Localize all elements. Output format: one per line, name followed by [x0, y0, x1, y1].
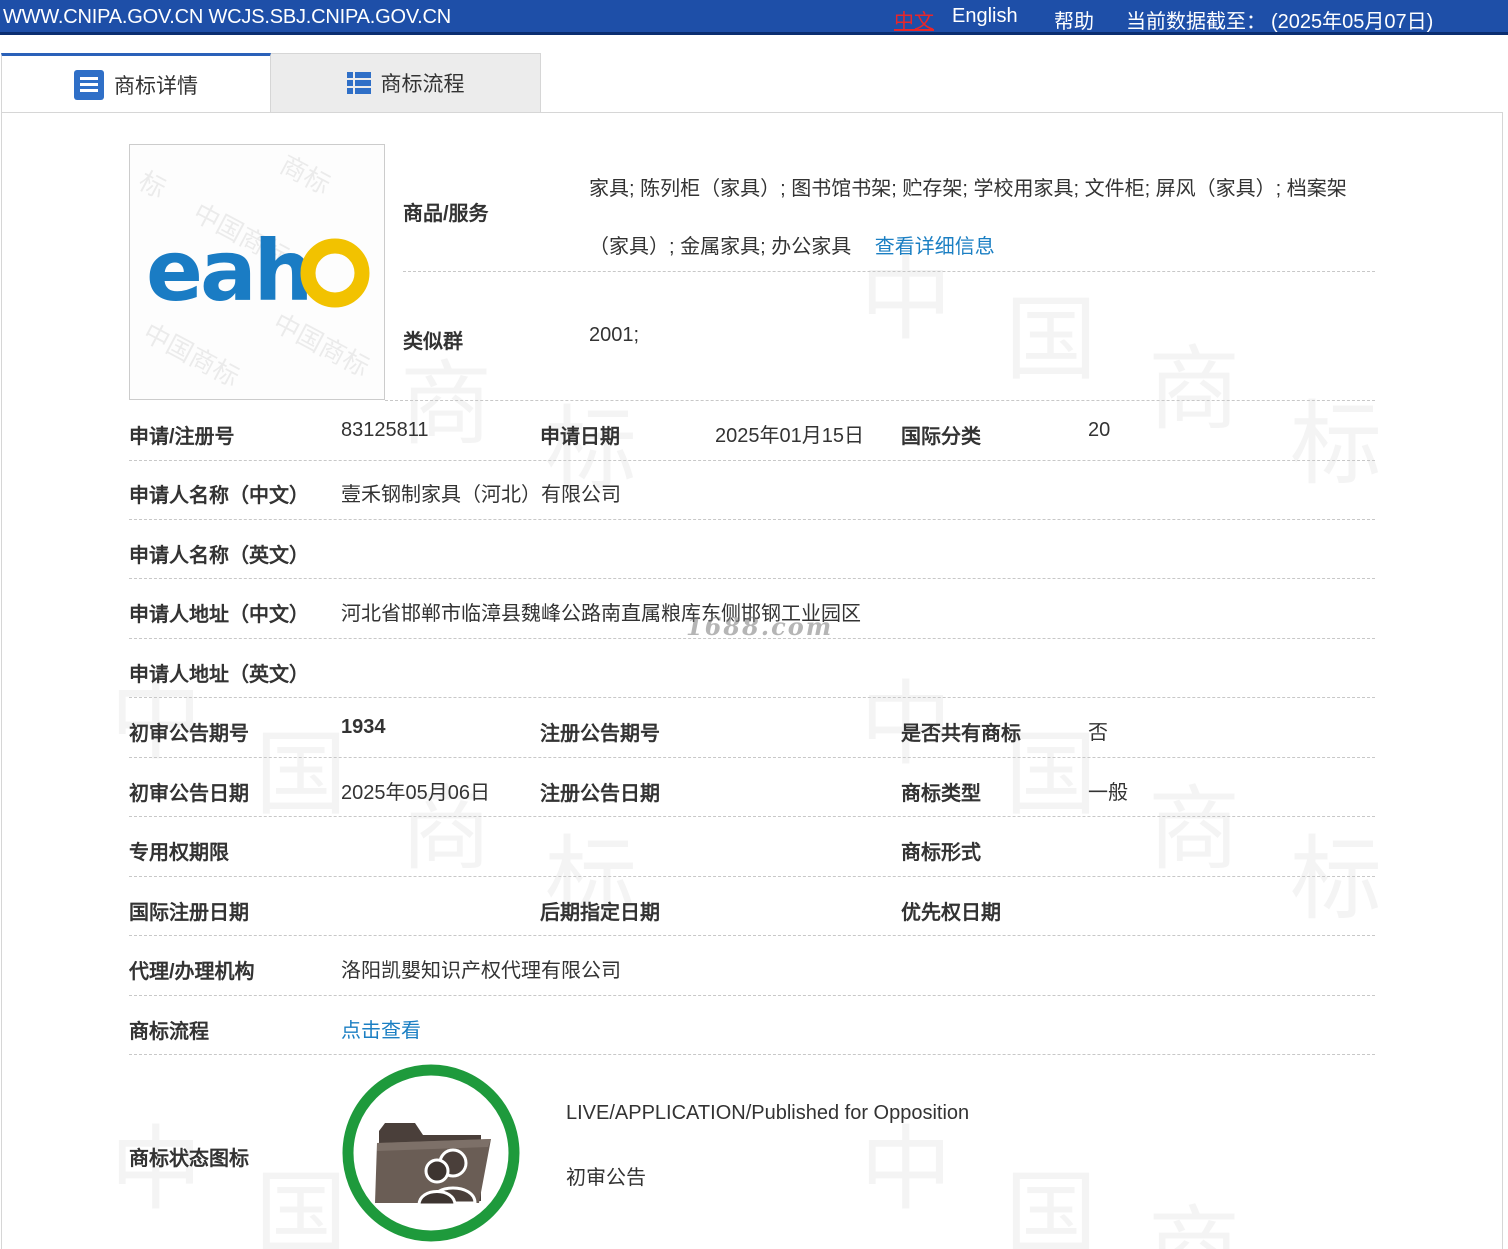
divider: [129, 876, 1375, 877]
prelim-date-label: 初审公告日期: [129, 783, 249, 805]
divider: [129, 638, 1375, 639]
divider: [129, 995, 1375, 996]
status-folder-icon: [342, 1064, 520, 1242]
watermark-glyph: 商: [1148, 315, 1240, 448]
intl-class-label: 国际分类: [901, 426, 981, 448]
mark-type-label: 商标类型: [901, 783, 981, 805]
goods-label: 商品/服务: [403, 203, 489, 225]
reg-issue-label: 注册公告期号: [540, 723, 660, 745]
watermark-glyph: 标: [1290, 370, 1382, 503]
mark-form-label: 商标形式: [901, 842, 981, 864]
shared-mark-label: 是否共有商标: [901, 723, 1021, 745]
tab-label: 商标流程: [380, 73, 465, 96]
divider: [129, 697, 1375, 698]
app-date-label: 申请日期: [540, 426, 620, 448]
shared-mark-value: 否: [1088, 722, 1108, 744]
later-designation-label: 后期指定日期: [540, 902, 660, 924]
address-en-label: 申请人地址（英文）: [129, 664, 309, 686]
reg-date-label: 注册公告日期: [540, 783, 660, 805]
similar-group-value: 2001;: [589, 324, 640, 346]
prelim-issue-value: 1934: [341, 716, 386, 738]
logo-text-eah: eah: [146, 222, 310, 320]
trademark-image[interactable]: 标 商标 中国商标 中国商标 中国商标 eah: [129, 144, 385, 400]
eaho-logo: eah: [146, 222, 370, 320]
reg-no-value: 83125811: [341, 419, 429, 441]
divider: [129, 1054, 1375, 1055]
divider: [129, 816, 1375, 817]
applicant-zh-label: 申请人名称（中文）: [129, 485, 309, 507]
tab-label: 商标详情: [114, 74, 198, 98]
watermark-glyph: 商: [400, 755, 492, 888]
mark-type-value: 一般: [1088, 782, 1128, 804]
watermark-glyph: 商: [1148, 755, 1240, 888]
exclusive-term-label: 专用权期限: [129, 842, 229, 864]
applicant-zh-value: 壹禾钢制家具（河北）有限公司: [341, 484, 621, 506]
watermark-glyph: 标: [1290, 805, 1382, 938]
help-link[interactable]: 帮助: [1054, 5, 1094, 34]
status-text-en: LIVE/APPLICATION/Published for Oppositio…: [566, 1102, 970, 1124]
goods-details-link[interactable]: 查看详细信息: [875, 236, 995, 258]
process-label: 商标流程: [129, 1021, 209, 1043]
priority-date-label: 优先权日期: [901, 902, 1001, 924]
reg-no-label: 申请/注册号: [129, 426, 235, 448]
agent-value: 洛阳凯嬰知识产权代理有限公司: [341, 960, 621, 982]
watermark-glyph: 国: [1005, 265, 1097, 398]
similar-group-label: 类似群: [403, 331, 463, 353]
watermark-glyph: 国: [255, 700, 347, 833]
divider: [129, 757, 1375, 758]
tab-mark-details[interactable]: 商标详情: [1, 53, 271, 113]
lang-zh-link[interactable]: 中文: [894, 5, 934, 34]
intl-class-value: 20: [1088, 419, 1111, 441]
lang-en-link[interactable]: English: [952, 5, 1018, 28]
divider: [403, 271, 1375, 272]
goods-value: 家具; 陈列柜（家具）; 图书馆书架; 贮存架; 学校用家具; 文件柜; 屏风（…: [589, 160, 1379, 276]
status-label: 商标状态图标: [129, 1148, 249, 1170]
watermark-glyph: 国: [255, 1140, 347, 1249]
overlay-watermark: 1688.com: [686, 612, 834, 641]
divider: [129, 578, 1375, 579]
watermark-glyph: 国: [1005, 1140, 1097, 1249]
status-text-zh: 初审公告: [566, 1167, 646, 1189]
process-link[interactable]: 点击查看: [341, 1014, 421, 1043]
tab-mark-process[interactable]: 商标流程: [271, 53, 541, 113]
app-date-value: 2025年01月15日: [715, 425, 864, 447]
data-cutoff-date: (2025年05月07日): [1271, 11, 1434, 33]
prelim-issue-label: 初审公告期号: [129, 723, 249, 745]
applicant-en-label: 申请人名称（英文）: [129, 545, 309, 567]
address-zh-label: 申请人地址（中文）: [129, 604, 309, 626]
logo-o: [300, 238, 370, 308]
watermark-glyph: 商: [1148, 1175, 1240, 1249]
data-cutoff-label: 当前数据截至：: [1126, 11, 1266, 33]
divider: [129, 460, 1375, 461]
divider: [129, 519, 1375, 520]
prelim-date-value: 2025年05月06日: [341, 782, 490, 804]
site-domains[interactable]: WWW.CNIPA.GOV.CN WCJS.SBJ.CNIPA.GOV.CN: [3, 6, 451, 29]
divider: [129, 935, 1375, 936]
grid-list-icon: [346, 72, 371, 94]
agent-label: 代理/办理机构: [129, 961, 255, 983]
top-bar: WWW.CNIPA.GOV.CN WCJS.SBJ.CNIPA.GOV.CN 中…: [0, 0, 1508, 35]
intl-reg-date-label: 国际注册日期: [129, 902, 249, 924]
divider: [385, 400, 1375, 401]
list-icon: [74, 69, 104, 100]
